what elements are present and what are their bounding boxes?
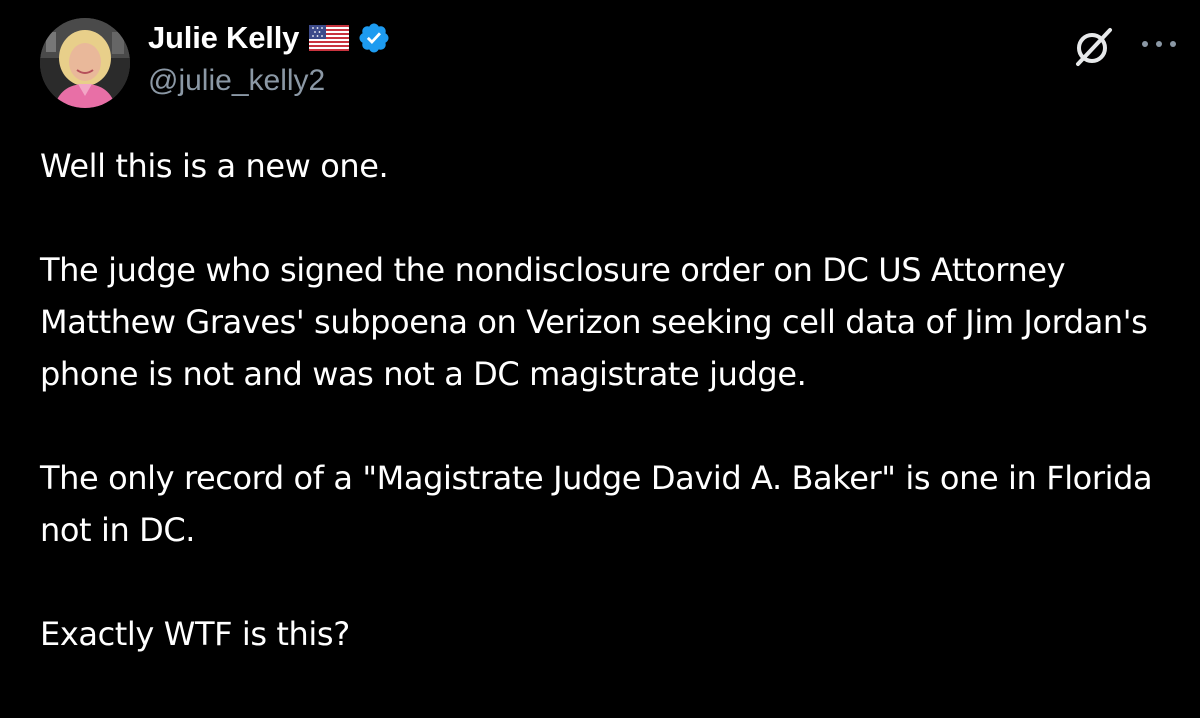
author-block: Julie Kelly @julie_kelly2 [148,16,391,98]
tweet-text: Well this is a new one. The judge who si… [40,140,1180,660]
tweet-paragraph: Well this is a new one. [40,147,389,185]
tweet-paragraph: The only record of a "Magistrate Judge D… [40,459,1163,549]
display-name[interactable]: Julie Kelly [148,20,299,56]
tweet-card: Julie Kelly @julie_kelly2 Well this is a… [0,0,1200,718]
tweet-paragraph: Exactly WTF is this? [40,615,350,653]
tweet-paragraph: The judge who signed the nondisclosure o… [40,251,1158,393]
verified-badge-icon[interactable] [357,21,391,55]
us-flag-icon [309,25,350,51]
avatar-image [40,18,130,108]
avatar[interactable] [40,18,130,108]
grok-icon[interactable] [1070,22,1118,70]
name-row: Julie Kelly [148,16,391,60]
more-dots-icon[interactable] [1138,34,1180,54]
tweet-header: Julie Kelly @julie_kelly2 [40,12,1180,108]
author-handle[interactable]: @julie_kelly2 [148,64,391,98]
